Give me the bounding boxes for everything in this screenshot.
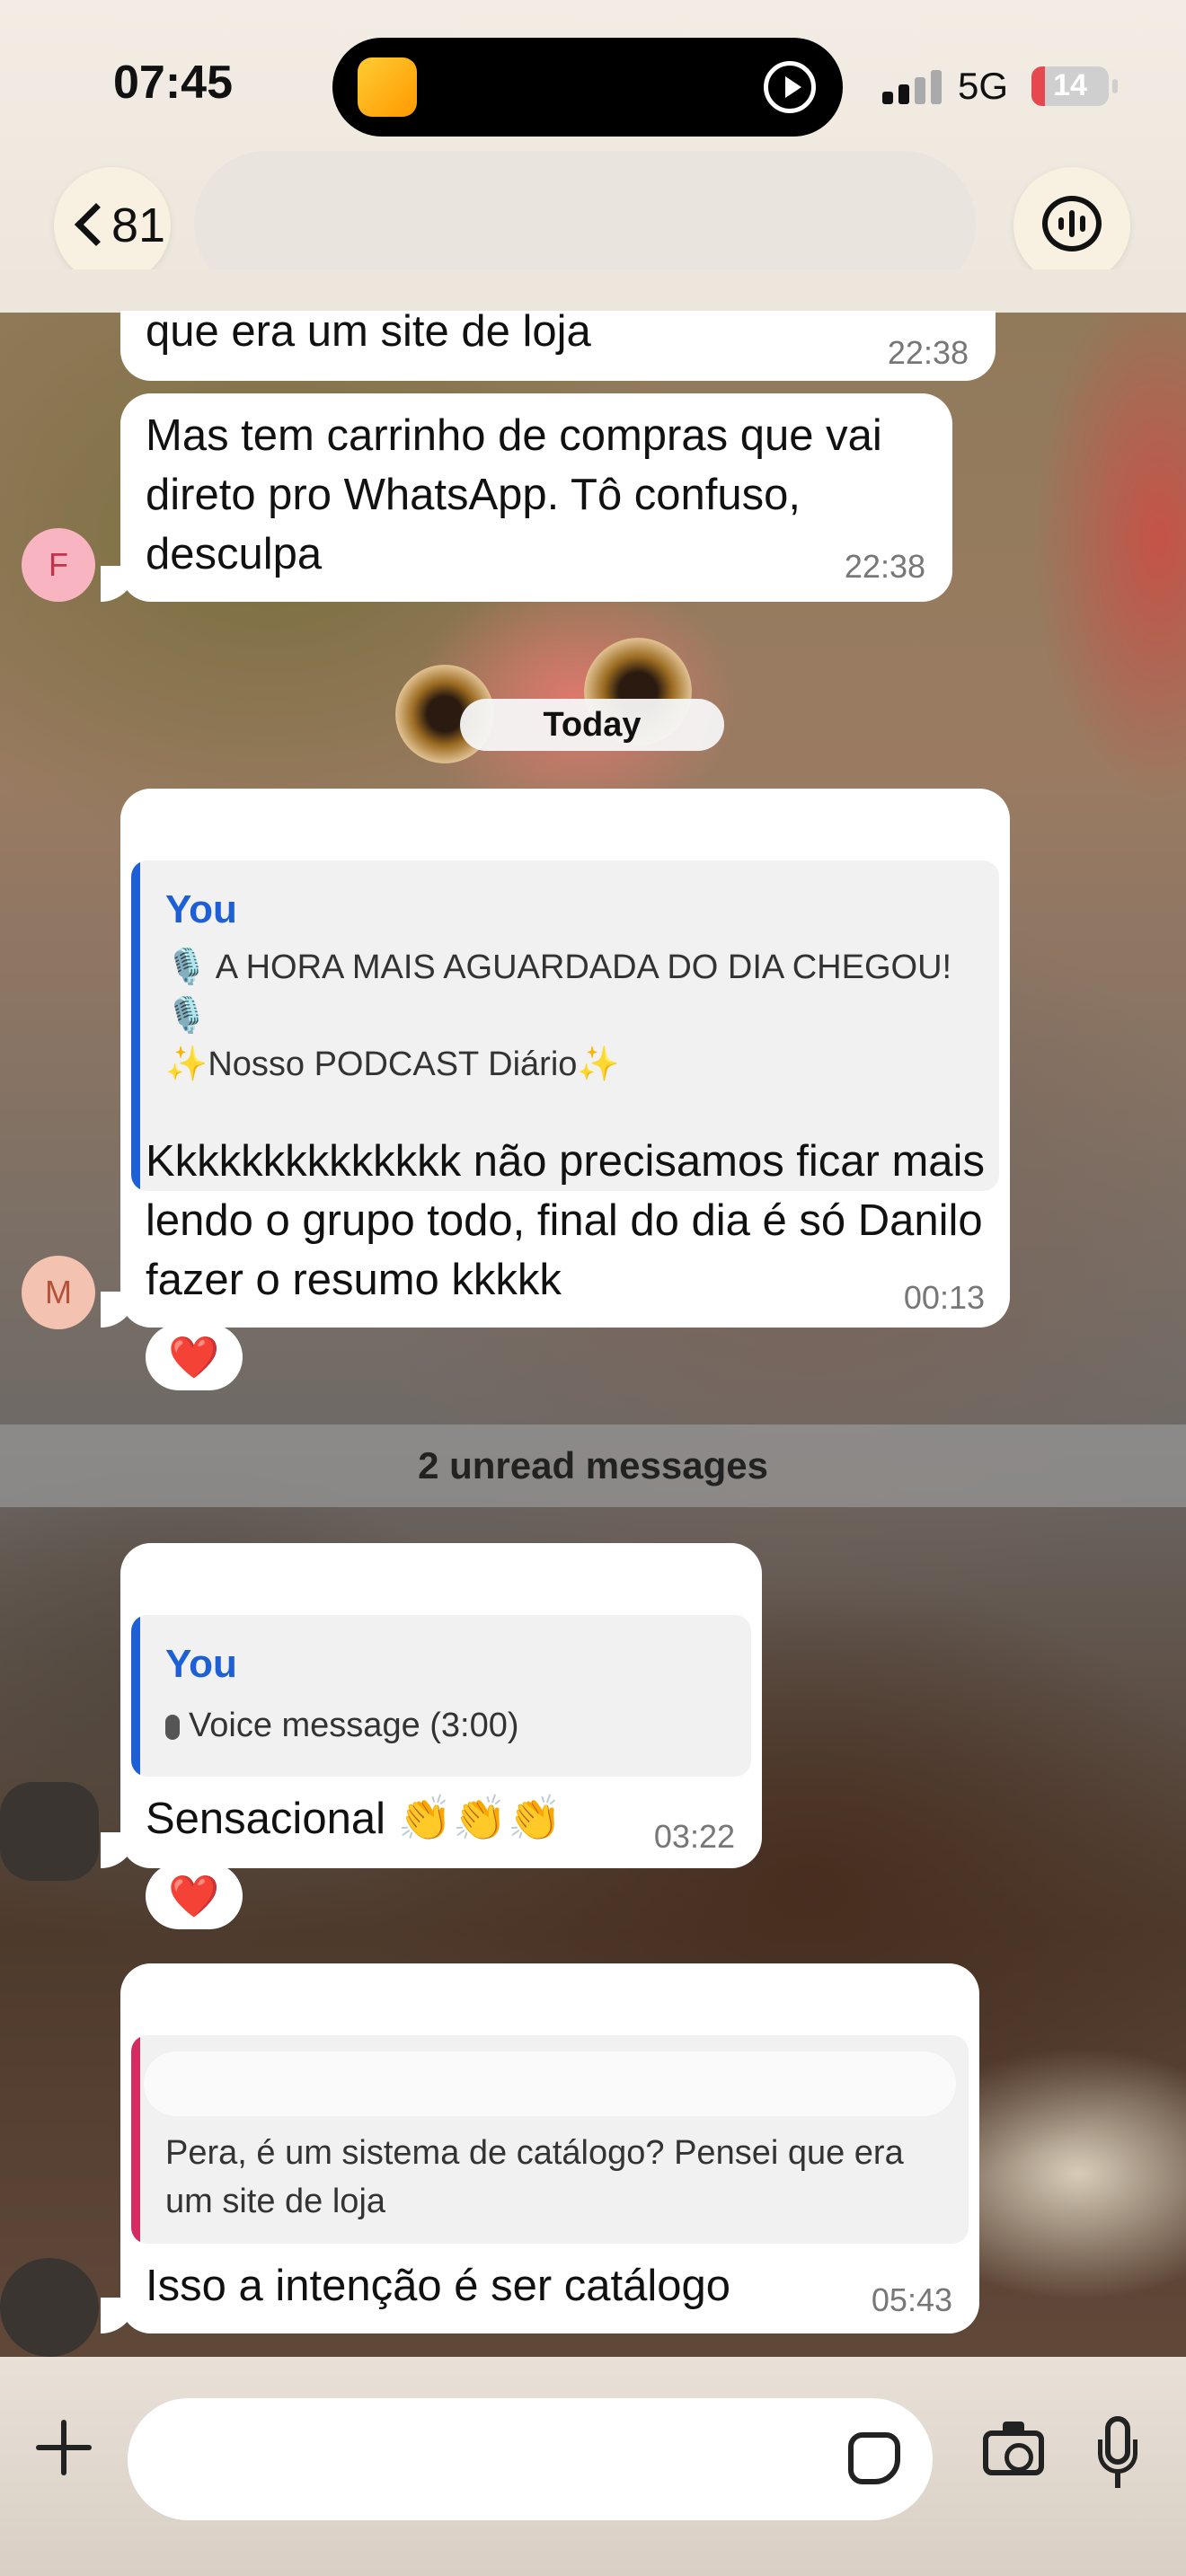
battery-cap [1112, 79, 1118, 93]
camera-icon[interactable] [983, 2422, 1044, 2475]
now-playing-app-icon [358, 57, 417, 117]
battery-level: 14 [1053, 68, 1087, 102]
unread-messages-banner: 2 unread messages [0, 1425, 1186, 1507]
message-text: Sensacional 👏👏👏 [146, 1795, 562, 1843]
chat-header: 07:45 5G 14 81 [0, 0, 1186, 313]
back-button[interactable]: 81 [54, 167, 171, 284]
message-bubble[interactable]: You 🎙️ A HORA MAIS AGUARDADA DO DIA CHEG… [120, 789, 1010, 1328]
avatar[interactable]: M [22, 1256, 95, 1329]
message-composer [0, 2357, 1186, 2576]
message-time: 00:13 [903, 1279, 985, 1316]
message-text: Mas tem carrinho de compras que vai dire… [146, 411, 882, 578]
date-separator: Today [460, 699, 724, 751]
avatar[interactable]: F [22, 528, 95, 602]
heart-reaction[interactable]: ❤️ [146, 1324, 243, 1390]
message-bubble[interactable]: Pera, é um sistema de catálogo? Pensei q… [120, 1963, 979, 2333]
signal-icon [882, 68, 945, 104]
unread-chats-count: 81 [111, 198, 166, 252]
avatar[interactable] [0, 1782, 99, 1881]
message-time: 22:38 [844, 548, 925, 585]
audio-waveform-icon [1042, 196, 1102, 251]
message-text: Isso a intenção é ser catálogo [146, 2262, 731, 2310]
message-input[interactable] [128, 2398, 933, 2520]
plus-icon[interactable] [36, 2420, 92, 2475]
reply-quote[interactable]: You Voice message (3:00) [131, 1615, 751, 1777]
voice-chat-button[interactable] [1013, 167, 1130, 284]
quote-voice-message: Voice message (3:00) [165, 1701, 519, 1750]
quote-text-line2: ✨Nosso PODCAST Diário✨ [165, 1045, 620, 1083]
quote-text-line1: 🎙️ A HORA MAIS AGUARDADA DO DIA CHEGOU! … [165, 948, 952, 1035]
message-text: Kkkkkkkkkkkkkk não precisamos ficar mais… [146, 1137, 985, 1304]
message-time: 05:43 [871, 2281, 952, 2318]
microphone-icon [165, 1715, 180, 1740]
heart-reaction[interactable]: ❤️ [146, 1863, 243, 1929]
quote-text: Voice message (3:00) [189, 1707, 519, 1744]
quote-author: You [165, 1642, 237, 1686]
dynamic-island[interactable] [332, 38, 843, 137]
avatar[interactable] [0, 2258, 99, 2357]
network-type: 5G [958, 65, 1009, 107]
quote-author-placeholder [144, 2051, 956, 2116]
message-bubble[interactable]: You Voice message (3:00) Sensacional 👏👏👏… [120, 1543, 762, 1868]
sticker-icon[interactable] [848, 2432, 900, 2484]
message-time: 22:38 [887, 334, 969, 371]
quote-text: Pera, é um sistema de catálogo? Pensei q… [165, 2134, 904, 2220]
message-time: 03:22 [653, 1818, 735, 1855]
status-time: 07:45 [113, 57, 233, 109]
microphone-icon[interactable] [1098, 2416, 1137, 2492]
header-edge [0, 269, 1186, 311]
message-bubble[interactable]: Mas tem carrinho de compras que vai dire… [120, 393, 952, 602]
reply-quote[interactable]: Pera, é um sistema de catálogo? Pensei q… [131, 2035, 969, 2244]
quote-author: You [165, 887, 237, 931]
battery-icon: 14 [1031, 66, 1109, 106]
play-icon[interactable] [764, 61, 816, 113]
